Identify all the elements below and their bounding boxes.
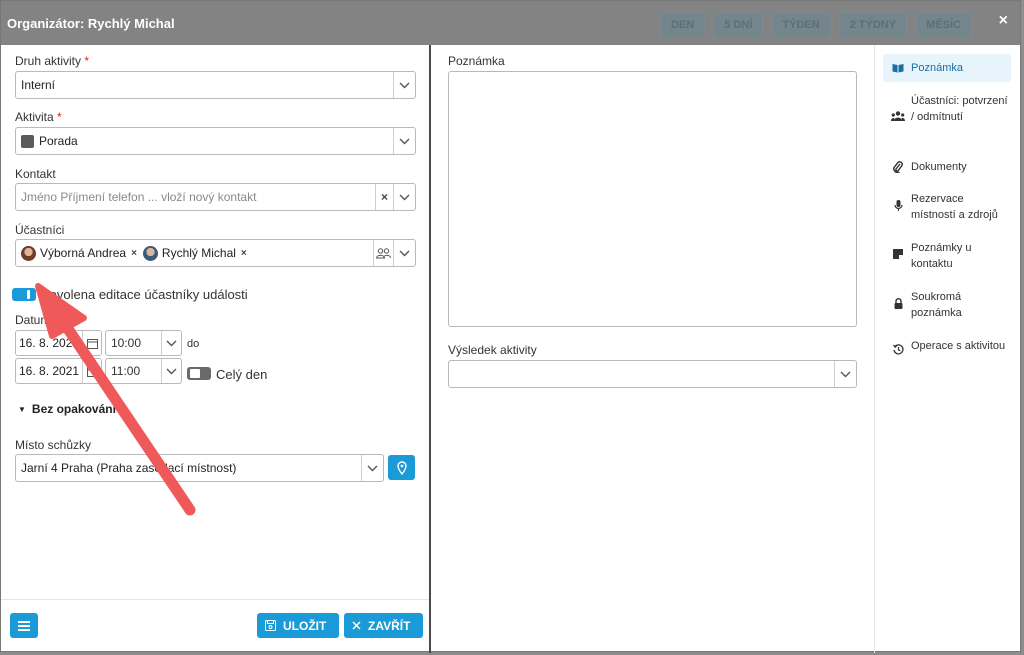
footer-bar: ULOŽIT ZAVŘÍT	[1, 599, 429, 653]
activity-type-value: Interní	[21, 78, 56, 92]
modal-title: Organizátor: Rychlý Michal	[7, 15, 175, 31]
remove-participant-icon[interactable]: ×	[131, 248, 137, 259]
contact-placeholder: Jméno Příjmení telefon ... vloží nový ko…	[21, 190, 257, 204]
end-time-select[interactable]: 11:00	[105, 358, 182, 384]
view-5days-button[interactable]: 5 DNÍ	[713, 12, 764, 38]
note-label: Poznámka	[448, 54, 505, 68]
chevron-down-icon[interactable]	[834, 361, 856, 387]
date-label: Datum	[15, 313, 51, 327]
background-view-buttons: DEN 5 DNÍ TÝDEN 2 TÝDNY MĚSÍC	[660, 12, 972, 38]
avatar	[21, 245, 36, 261]
location-label: Místo schůzky	[15, 438, 92, 452]
sidebar-item-documents[interactable]: Dokumenty	[883, 155, 1011, 179]
view-week-button[interactable]: TÝDEN	[771, 12, 831, 38]
all-day-toggle[interactable]	[187, 367, 211, 380]
chevron-down-icon[interactable]	[393, 240, 415, 266]
chevron-down-icon[interactable]	[361, 455, 383, 481]
edit-permission-toggle[interactable]	[12, 288, 36, 301]
paperclip-icon	[891, 161, 905, 173]
close-button[interactable]: ZAVŘÍT	[344, 613, 423, 638]
contact-input[interactable]: Jméno Příjmení telefon ... vloží nový ko…	[15, 183, 416, 211]
activity-type-select[interactable]: Interní	[15, 71, 416, 99]
location-select[interactable]: Jarní 4 Praha (Praha zasedací místnost)	[15, 454, 384, 482]
sticky-note-icon	[891, 249, 905, 259]
start-time-select[interactable]: 10:00	[105, 330, 182, 356]
view-month-button[interactable]: MĚSÍC	[915, 12, 972, 38]
avatar	[142, 245, 158, 261]
activity-color-swatch	[21, 134, 34, 148]
chevron-down-icon[interactable]	[393, 128, 415, 154]
modal-header: Organizátor: Rychlý Michal DEN 5 DNÍ TÝD…	[1, 1, 1020, 45]
location-value: Jarní 4 Praha (Praha zasedací místnost)	[21, 461, 237, 475]
sidebar-item-private-note[interactable]: Soukromá poznámka	[883, 285, 1011, 325]
result-select[interactable]	[448, 360, 857, 388]
people-icon[interactable]	[373, 240, 393, 266]
users-icon	[891, 111, 905, 121]
clear-icon[interactable]: ×	[375, 184, 393, 210]
activity-value: Porada	[39, 134, 78, 148]
repeat-toggle[interactable]: ▼ Bez opakování	[18, 402, 116, 416]
history-icon	[891, 344, 905, 355]
caret-down-icon: ▼	[18, 404, 26, 414]
lock-icon	[891, 298, 905, 309]
activity-type-label: Druh aktivity *	[15, 54, 90, 68]
hamburger-icon	[18, 620, 30, 631]
book-icon	[891, 63, 905, 73]
chevron-down-icon[interactable]	[393, 184, 415, 210]
activity-label: Aktivita *	[15, 110, 62, 124]
activity-select[interactable]: Porada	[15, 127, 416, 155]
floppy-icon	[265, 620, 276, 631]
participants-label: Účastníci	[15, 223, 65, 237]
all-day-label: Celý den	[216, 367, 268, 382]
edit-permission-label: Povolena editace účastníky události	[41, 287, 248, 302]
side-navigation: Poznámka Účastníci: potvrzení / odmítnut…	[874, 45, 1022, 653]
sidebar-item-reservations[interactable]: Rezervace místností a zdrojů	[883, 187, 1011, 227]
start-date-input[interactable]: 16. 8. 2021	[15, 330, 102, 356]
menu-button[interactable]	[10, 613, 38, 638]
to-label: do	[187, 338, 200, 350]
close-icon[interactable]: ×	[999, 12, 1008, 30]
save-button[interactable]: ULOŽIT	[257, 613, 339, 638]
view-day-button[interactable]: DEN	[660, 12, 706, 38]
participants-input[interactable]: Výborná Andrea × Rychlý Michal ×	[15, 239, 416, 267]
map-pin-button[interactable]	[388, 455, 415, 480]
sidebar-item-participants[interactable]: Účastníci: potvrzení / odmítnutí	[883, 89, 1011, 129]
participant-tag: Rychlý Michal ×	[142, 245, 247, 261]
calendar-icon[interactable]	[82, 359, 101, 383]
view-2weeks-button[interactable]: 2 TÝDNY	[838, 12, 908, 38]
microphone-icon	[891, 200, 905, 212]
participant-tag: Výborná Andrea ×	[21, 245, 137, 261]
chevron-down-icon[interactable]	[161, 359, 181, 383]
sidebar-item-note[interactable]: Poznámka	[883, 54, 1011, 82]
chevron-down-icon[interactable]	[393, 72, 415, 98]
contact-label: Kontakt	[15, 167, 56, 181]
organizer-modal: Organizátor: Rychlý Michal DEN 5 DNÍ TÝD…	[0, 0, 1022, 653]
calendar-icon[interactable]	[82, 331, 101, 355]
form-column: Druh aktivity * Interní Aktivita * Porad…	[1, 45, 429, 653]
note-column: Poznámka Výsledek aktivity	[431, 45, 873, 653]
sidebar-item-activity-operations[interactable]: Operace s aktivitou	[883, 334, 1011, 359]
close-icon	[352, 621, 361, 630]
remove-participant-icon[interactable]: ×	[241, 248, 247, 259]
map-pin-icon	[396, 460, 407, 475]
sidebar-item-contact-notes[interactable]: Poznámky u kontaktu	[883, 236, 1011, 276]
end-date-input[interactable]: 16. 8. 2021	[15, 358, 102, 384]
result-label: Výsledek aktivity	[448, 343, 537, 357]
chevron-down-icon[interactable]	[161, 331, 181, 355]
note-textarea[interactable]	[448, 71, 857, 327]
